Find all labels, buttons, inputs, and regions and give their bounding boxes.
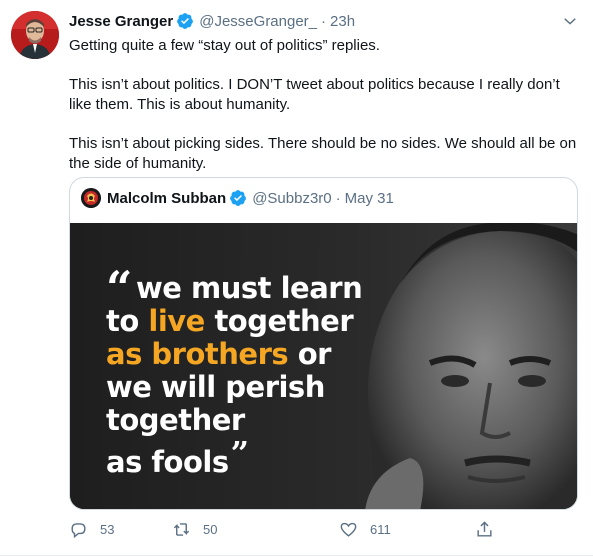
tweet-paragraph: Getting quite a few “stay out of politic… — [69, 37, 380, 54]
author-handle[interactable]: @JesseGranger_ — [199, 13, 317, 30]
verified-badge-icon — [177, 13, 194, 29]
author-name[interactable]: Jesse Granger — [69, 13, 173, 30]
like-button[interactable]: 611 — [339, 520, 391, 539]
quote-line: we will perish — [106, 370, 325, 404]
quote-line: together — [106, 403, 245, 437]
tweet-paragraph: This isn’t about politics. I DON’T tweet… — [69, 76, 560, 113]
retweet-icon — [173, 522, 190, 536]
quoted-avatar-image — [81, 188, 101, 208]
chevron-down-icon[interactable] — [561, 12, 579, 30]
like-count: 611 — [370, 521, 391, 537]
retweet-count: 50 — [203, 521, 218, 537]
tweet-paragraph: This isn’t about picking sides. There sh… — [69, 135, 577, 172]
quoted-author-name: Malcolm Subban — [107, 189, 227, 207]
share-icon — [477, 520, 492, 537]
quoted-tweet-date: May 31 — [344, 189, 394, 207]
quoted-tweet-image[interactable]: “we must learn to live together as broth… — [70, 223, 577, 509]
close-quote-mark: ” — [230, 434, 249, 472]
tweet[interactable]: Jesse Granger @JesseGranger_ · 23h Getti… — [0, 0, 593, 556]
quote-text: “we must learn to live together as broth… — [106, 265, 363, 479]
quote-line: or — [288, 337, 332, 371]
separator-dot: · — [321, 12, 327, 30]
tweet-timestamp[interactable]: 23h — [330, 13, 355, 30]
quote-highlight: as brothers — [106, 337, 289, 371]
quoted-tweet-header: Malcolm Subban @Subbz3r0 · May 31 — [81, 188, 394, 208]
quote-line: to — [106, 304, 149, 338]
quote-highlight: live — [148, 304, 205, 338]
quoted-tweet[interactable]: Malcolm Subban @Subbz3r0 · May 31 “ we m… — [69, 177, 578, 510]
tweet-actions: 53 50 611 — [69, 518, 509, 540]
quoted-author-handle: @Subbz3r0 — [252, 189, 332, 207]
share-button[interactable] — [475, 520, 494, 539]
quote-line: together — [204, 304, 354, 338]
quoted-author-avatar — [81, 188, 101, 208]
reply-button[interactable]: 53 — [69, 520, 114, 539]
verified-badge-icon — [230, 190, 247, 206]
separator-dot: · — [335, 189, 341, 207]
quote-line: we must learn — [135, 271, 363, 305]
author-avatar[interactable] — [11, 11, 59, 59]
tweet-text: Getting quite a few “stay out of politic… — [69, 36, 579, 174]
tweet-header: Jesse Granger @JesseGranger_ · 23h — [69, 11, 355, 31]
avatar-image — [11, 11, 59, 59]
reply-count: 53 — [100, 521, 115, 537]
like-icon — [340, 522, 357, 537]
reply-icon — [71, 522, 86, 538]
quote-line: as fools — [106, 445, 229, 479]
retweet-button[interactable]: 50 — [172, 520, 217, 539]
